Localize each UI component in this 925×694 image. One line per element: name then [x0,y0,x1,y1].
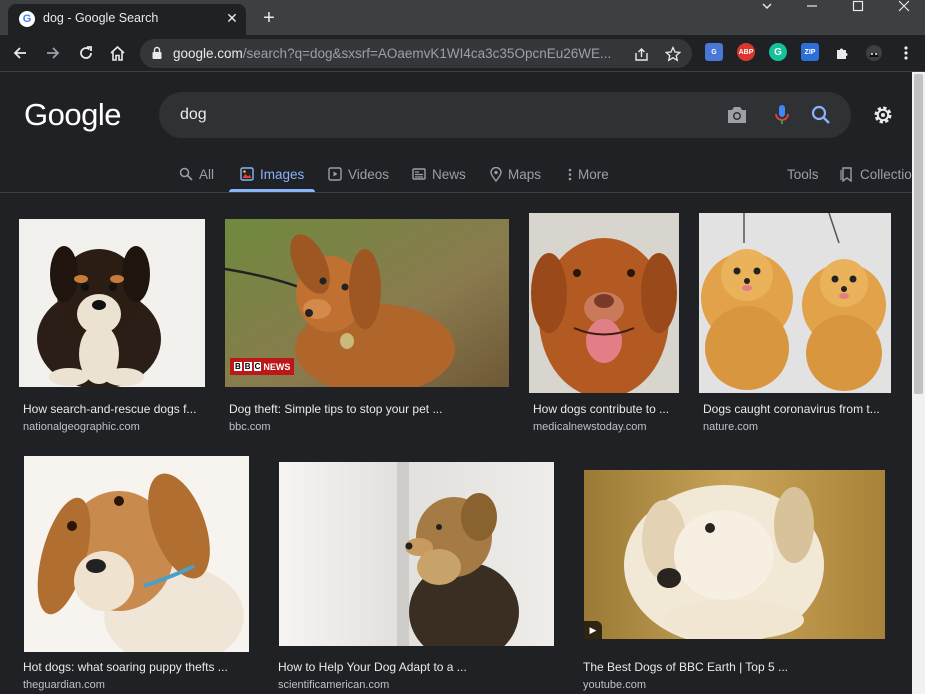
search-icon [179,167,193,181]
tab-images-label: Images [260,166,305,182]
active-tab-indicator [229,189,315,192]
tab-more-label: More [578,166,609,182]
image-icon [240,167,254,181]
result-source[interactable]: bbc.com [229,421,271,433]
address-bar[interactable]: google.com/search?q=dog&sxsrf=AOaemvK1WI… [140,39,692,68]
url-host: google.com [173,46,243,61]
profile-avatar-icon[interactable] [862,41,886,65]
close-window-icon[interactable] [884,0,924,16]
reload-icon [80,46,92,59]
collections-button[interactable]: Collectio [840,162,912,186]
result-title[interactable]: The Best Dogs of BBC Earth | Top 5 ... [583,660,788,674]
camera-search-icon[interactable] [725,103,749,127]
tab-videos-label: Videos [348,166,390,182]
search-input[interactable]: dog [180,106,207,124]
dog-thumbnail[interactable] [19,219,205,387]
tab-search-dropdown-icon[interactable] [747,0,787,16]
result-title[interactable]: How dogs contribute to ... [533,402,669,416]
search-box[interactable]: dog [159,92,851,138]
pin-icon [490,166,502,182]
video-play-icon: ▶ [584,621,602,639]
tab-all-label: All [199,166,215,182]
result-source[interactable]: nature.com [703,421,758,433]
url-path: /search?q=dog&sxsrf=AOaemvK1WI4ca3c35Opc… [242,46,612,61]
scrollbar-thumb[interactable] [914,74,923,394]
result-source[interactable]: nationalgeographic.com [23,421,140,433]
collections-label: Collectio [860,166,912,182]
result-title[interactable]: Dogs caught coronavirus from t... [703,402,880,416]
bbc-news-label: NEWS [263,361,291,372]
forward-button[interactable] [41,41,65,65]
bookmark-icon [840,167,852,182]
result-source[interactable]: medicalnewstoday.com [533,421,647,433]
result-source[interactable]: youtube.com [583,679,646,691]
google-translate-extension-icon[interactable]: G [705,43,723,61]
dog-thumbnail[interactable] [24,456,249,652]
lock-icon[interactable] [150,46,164,60]
tab-images[interactable]: Images [240,162,304,186]
dog-thumbnail[interactable] [529,213,679,393]
bookmark-star-icon[interactable] [664,45,682,63]
result-title[interactable]: How search-and-rescue dogs f... [23,402,196,416]
play-icon [328,167,342,181]
tab-videos[interactable]: Videos [328,162,389,186]
chrome-menu-icon[interactable] [894,41,918,65]
share-icon[interactable] [632,45,650,63]
dog-thumbnail[interactable] [699,213,891,393]
news-icon [412,168,426,180]
tab-title: dog - Google Search [43,11,159,25]
reload-button[interactable] [74,41,98,65]
forward-arrow-icon [47,47,60,59]
tab-maps[interactable]: Maps [490,162,541,186]
home-icon [109,45,125,61]
zip-extension-icon[interactable]: ZIP [801,43,819,61]
minimize-icon[interactable] [792,0,832,16]
search-type-tabs: All Images Videos News Maps More Tools C… [0,157,912,193]
settings-gear-icon[interactable] [870,102,896,128]
browser-tab-strip: G dog - Google Search ✕ + [0,0,925,35]
result-source[interactable]: scientificamerican.com [278,679,389,691]
google-results-page: Google dog All Images Videos News Maps M… [0,72,912,694]
result-title[interactable]: How to Help Your Dog Adapt to a ... [278,660,467,674]
dog-thumbnail[interactable]: B B C NEWS [225,219,509,387]
result-title[interactable]: Hot dogs: what soaring puppy thefts ... [23,660,228,674]
maximize-icon[interactable] [838,0,878,16]
url-text[interactable]: google.com/search?q=dog&sxsrf=AOaemvK1WI… [173,46,623,61]
tab-more[interactable]: More [568,162,609,186]
extensions-puzzle-icon[interactable] [830,41,854,65]
new-tab-button[interactable]: + [258,7,280,29]
browser-toolbar: google.com/search?q=dog&sxsrf=AOaemvK1WI… [0,35,925,72]
home-button[interactable] [105,41,129,65]
google-logo[interactable]: Google [24,97,121,133]
video-thumbnail[interactable]: ▶ [584,470,885,639]
voice-search-mic-icon[interactable] [770,103,794,127]
result-source[interactable]: theguardian.com [23,679,105,691]
tools-label: Tools [787,166,819,182]
adblock-plus-extension-icon[interactable]: ABP [737,43,755,61]
bbc-news-badge: B B C NEWS [230,358,295,375]
back-arrow-icon [13,47,26,59]
page-scrollbar[interactable] [912,72,925,694]
dog-thumbnail[interactable] [279,462,554,646]
more-vert-icon [568,168,572,180]
tab-maps-label: Maps [508,166,542,182]
tools-button[interactable]: Tools [787,162,819,186]
grammarly-extension-icon[interactable]: G [769,43,787,61]
tab-news-label: News [432,166,466,182]
tab-news[interactable]: News [412,162,466,186]
tab-all[interactable]: All [179,162,214,186]
browser-tab[interactable]: G dog - Google Search ✕ [8,4,246,35]
result-title[interactable]: Dog theft: Simple tips to stop your pet … [229,402,442,416]
back-button[interactable] [8,41,32,65]
google-favicon-icon: G [19,11,35,27]
search-submit-icon[interactable] [809,103,833,127]
tab-close-icon[interactable]: ✕ [223,9,241,27]
